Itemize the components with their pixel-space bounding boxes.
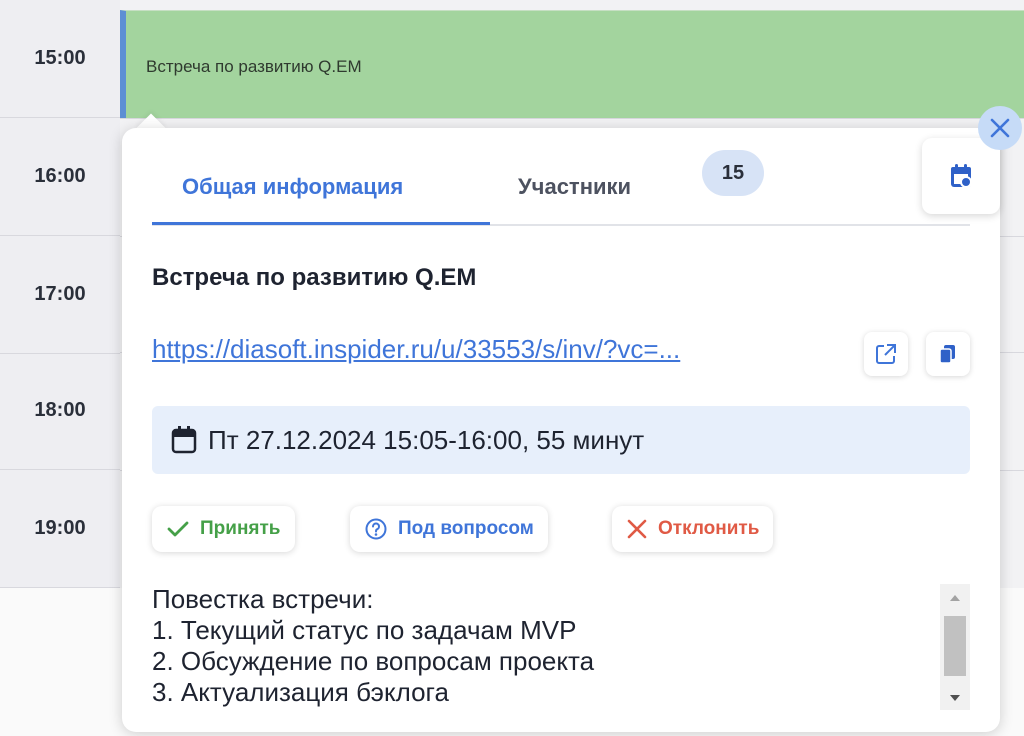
decline-label: Отклонить — [658, 518, 760, 539]
event-title: Встреча по развитию Q.EM — [152, 264, 477, 291]
question-circle-icon — [365, 518, 387, 540]
agenda-line: 2. Обсуждение по вопросам проекта — [152, 646, 595, 676]
time-label-19: 19:00 — [0, 470, 120, 588]
close-popup-button[interactable] — [978, 106, 1022, 150]
copy-link-button[interactable] — [926, 332, 970, 376]
time-label-15: 15:00 — [0, 0, 120, 118]
agenda-text[interactable]: Повестка встречи: 1. Текущий статус по з… — [152, 584, 932, 710]
calendar-event-block[interactable]: Встреча по развитию Q.EM — [120, 10, 1024, 118]
calendar-event-title: Встреча по развитию Q.EM — [146, 57, 362, 76]
time-label-18: 18:00 — [0, 352, 120, 470]
open-link-button[interactable] — [864, 332, 908, 376]
agenda-line: 3. Актуализация бэклога — [152, 677, 449, 707]
tab-participants[interactable]: Участники — [518, 174, 631, 200]
accept-label: Принять — [200, 518, 281, 539]
meeting-link[interactable]: https://diasoft.inspider.ru/u/33553/s/in… — [152, 334, 858, 365]
datetime-text: Пт 27.12.2024 15:05-16:00, 55 минут — [208, 424, 645, 455]
triangle-down-icon — [950, 695, 960, 701]
close-icon — [990, 118, 1010, 138]
participants-count-badge: 15 — [702, 150, 764, 196]
agenda-line: 1. Текущий статус по задачам MVP — [152, 615, 577, 645]
time-column: 15:00 16:00 17:00 18:00 19:00 — [0, 0, 120, 588]
event-details-popup: Общая информация Участники 15 Встреча по… — [122, 128, 1000, 732]
x-icon — [627, 519, 647, 539]
datetime-box: Пт 27.12.2024 15:05-16:00, 55 минут — [152, 406, 970, 474]
scroll-up-button[interactable] — [940, 588, 970, 608]
grid-line — [120, 118, 1024, 119]
agenda-scrollbar[interactable] — [940, 584, 970, 710]
accept-button[interactable]: Принять — [152, 506, 295, 552]
calendar-icon — [951, 164, 972, 188]
active-tab-indicator — [152, 222, 490, 225]
tab-general-info[interactable]: Общая информация — [182, 174, 403, 200]
decline-button[interactable]: Отклонить — [612, 506, 774, 552]
agenda-line: Повестка встречи: — [152, 584, 374, 614]
tentative-label: Под вопросом — [398, 518, 534, 539]
calendar-icon — [171, 426, 197, 454]
check-icon — [167, 521, 189, 537]
copy-icon — [939, 345, 955, 364]
triangle-up-icon — [950, 595, 960, 601]
time-label-17: 17:00 — [0, 236, 120, 354]
external-link-icon — [876, 344, 896, 364]
tab-bar: Общая информация Участники 15 — [152, 128, 1000, 226]
tentative-button[interactable]: Под вопросом — [350, 506, 548, 552]
add-to-calendar-button[interactable] — [922, 138, 1000, 214]
scroll-down-button[interactable] — [940, 688, 970, 708]
scroll-thumb[interactable] — [944, 616, 966, 676]
time-label-16: 16:00 — [0, 118, 120, 236]
